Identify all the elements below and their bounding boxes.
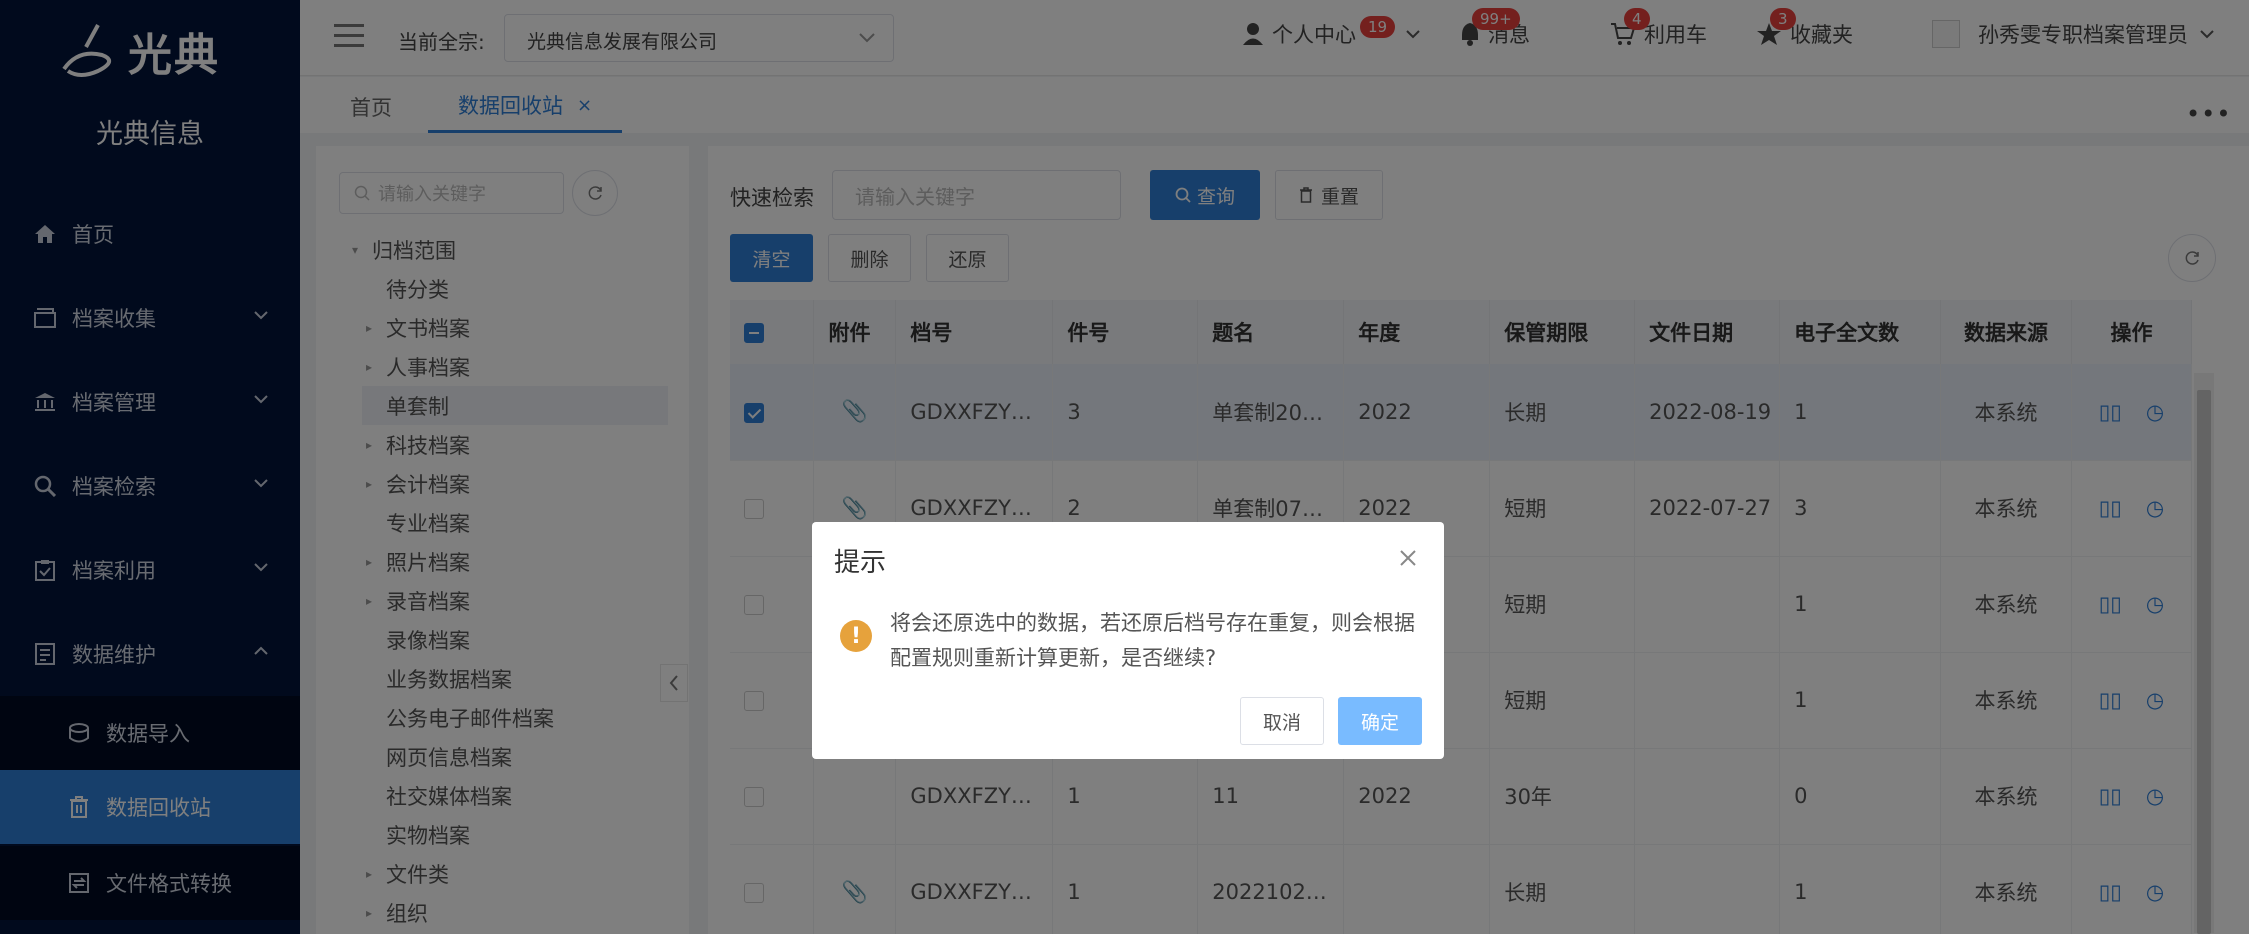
dialog-message: 将会还原选中的数据，若还原后档号存在重复，则会根据配置规则重新计算更新，是否继续…	[890, 611, 1415, 670]
cancel-button-label: 取消	[1262, 711, 1301, 734]
dialog-title: 提示	[834, 548, 887, 578]
modal-overlay[interactable]	[0, 0, 2249, 934]
confirm-button-label: 确定	[1360, 711, 1399, 734]
warning-icon: !	[840, 620, 872, 652]
cancel-button[interactable]: 取消	[1240, 697, 1324, 745]
confirm-button[interactable]: 确定	[1338, 697, 1422, 745]
confirm-dialog: 提示 ! 将会还原选中的数据，若还原后档号存在重复，则会根据配置规则重新计算更新…	[812, 522, 1444, 759]
close-icon[interactable]	[1398, 548, 1418, 568]
